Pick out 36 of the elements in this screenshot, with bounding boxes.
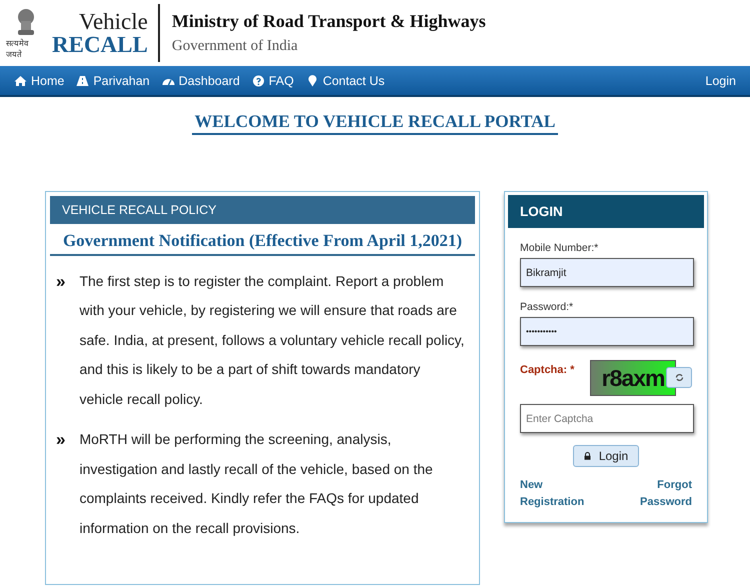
mobile-label: Mobile Number:* bbox=[520, 242, 600, 254]
notification-title: Government Notification (Effective From April 1,2021) bbox=[50, 224, 475, 256]
government-text: Government of India bbox=[172, 38, 299, 55]
lock-icon bbox=[584, 452, 591, 460]
nav-link[interactable]: Home bbox=[14, 74, 64, 88]
policy-paragraph: MoRTH will be performing the screening, analysis, investigation and lastly recall of the vehicle, based on the complaints received. Kindly refer the FAQs for updated information on the recall provisions. bbox=[79, 430, 434, 538]
pin-icon bbox=[306, 74, 319, 86]
captcha-label: Captcha: * bbox=[520, 364, 576, 376]
captcha-image: r8axm bbox=[590, 360, 676, 396]
bullet-mark: » bbox=[56, 270, 66, 293]
nav-link[interactable]: Dashboard bbox=[162, 74, 240, 88]
password-field[interactable]: ••••••••••• bbox=[520, 317, 694, 346]
refresh-icon bbox=[674, 373, 684, 382]
login-header: LOGIN bbox=[508, 195, 704, 228]
brand-subtitle: RECALL bbox=[52, 33, 148, 56]
login-button[interactable]: Login bbox=[572, 445, 640, 467]
captcha-field[interactable]: Enter Captcha bbox=[520, 404, 694, 433]
nav-link[interactable]: Parivahan bbox=[76, 74, 150, 88]
password-label: Password:* bbox=[520, 301, 574, 313]
page-title: WELCOME TO VEHICLE RECALL PORTAL bbox=[192, 111, 558, 135]
home-icon bbox=[14, 74, 27, 86]
question-icon bbox=[252, 74, 265, 86]
policy-paragraph: The first step is to register the complaint. Report a problem with your vehicle, by registering we will ensure that roads are safe. India, at present, follows a voluntary vehicle recall policy, and this is likely to be a part of shift towards mandatory vehicle recall policy. bbox=[79, 272, 466, 409]
forgot-password-link[interactable]: Forgot Password bbox=[622, 477, 692, 511]
policy-header: VEHICLE RECALL POLICY bbox=[50, 196, 475, 224]
brand-title: Vehicle bbox=[78, 10, 148, 33]
registration-link[interactable]: New Registration bbox=[520, 477, 590, 511]
refresh-button[interactable] bbox=[666, 367, 692, 388]
ministry-title: Ministry of Road Transport & Highways bbox=[172, 11, 486, 32]
mobile-field[interactable]: Bikramjit bbox=[520, 258, 694, 287]
motto-text: सत्यमेव जयते bbox=[6, 38, 30, 59]
login-link[interactable]: Login bbox=[705, 74, 736, 88]
nav-link[interactable]: FAQ bbox=[252, 74, 294, 88]
nav-link[interactable]: Contact Us bbox=[306, 74, 385, 88]
road-icon bbox=[76, 74, 90, 86]
bullet-mark: » bbox=[56, 429, 66, 452]
